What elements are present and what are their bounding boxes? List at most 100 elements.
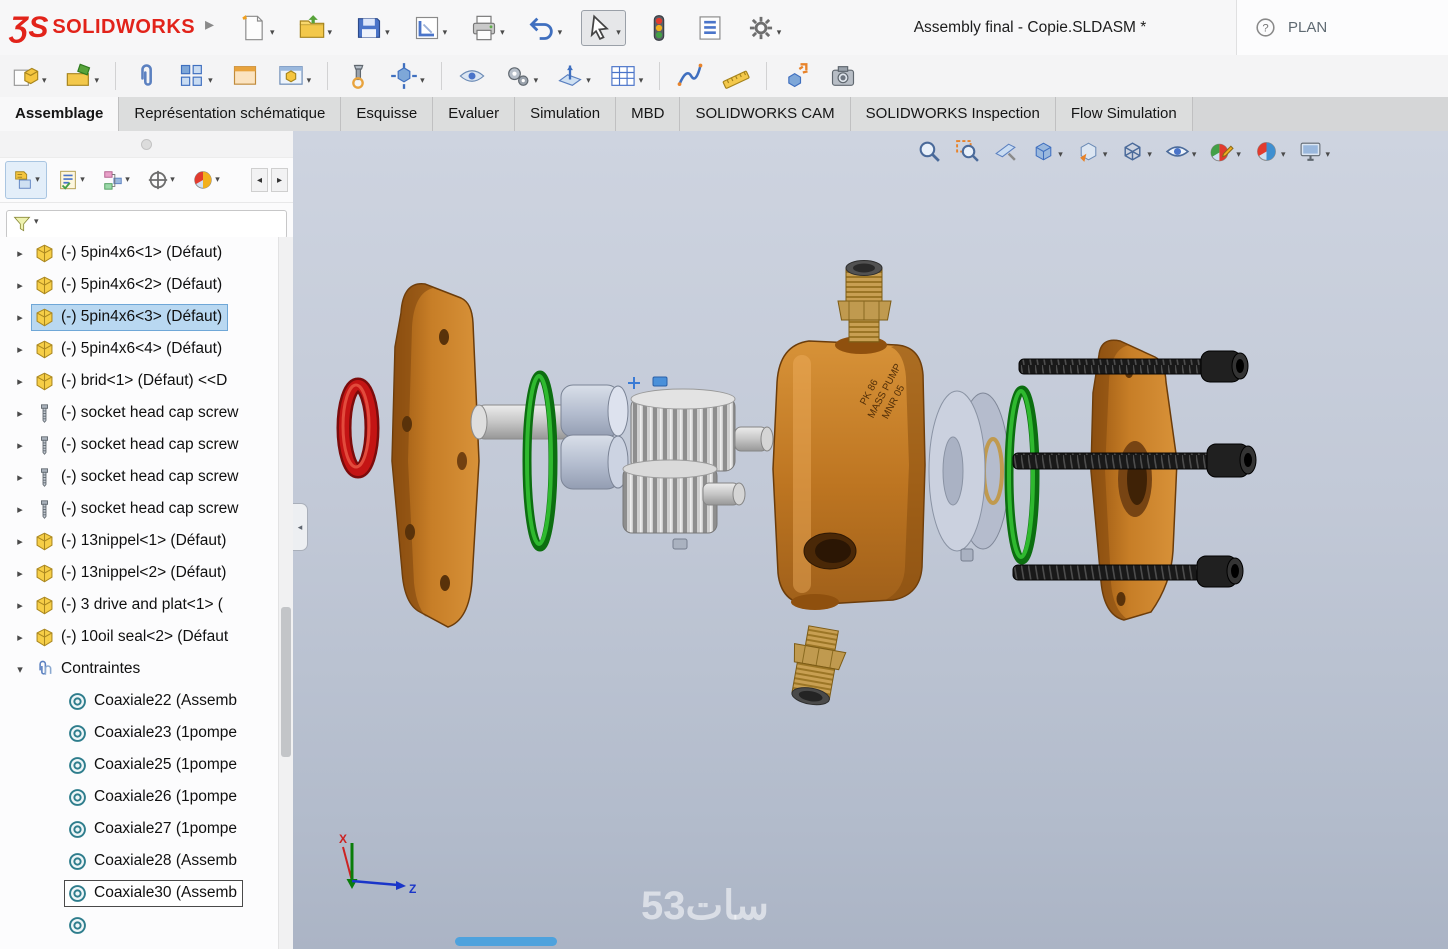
previous-view-button[interactable]: ▾	[1076, 139, 1108, 164]
left-flange[interactable]	[391, 283, 480, 628]
dropdown-caret-icon[interactable]: ▾	[534, 76, 539, 90]
panel-tab-featuremanager[interactable]: ▾	[5, 161, 47, 199]
zoom-to-area-button[interactable]	[955, 139, 980, 164]
tree-item-13nippel-2-d-faut[interactable]: ▸ (-) 13nippel<2> (Défaut)	[0, 557, 279, 589]
collapse-arrow-icon[interactable]: ▾	[13, 663, 27, 676]
dropdown-caret-icon[interactable]: ▾	[208, 76, 213, 90]
component-preview-window-button[interactable]: ▾	[273, 59, 316, 93]
tree-scrollbar[interactable]	[278, 237, 293, 949]
dropdown-caret-icon[interactable]: ▾	[1325, 150, 1330, 164]
tree-item-socket-head-cap-screw[interactable]: ▸ (-) socket head cap screw	[0, 461, 279, 493]
tree-item-5pin4x6-4-d-faut[interactable]: ▸ (-) 5pin4x6<4> (Défaut)	[0, 333, 279, 365]
nipple-fitting-bottom[interactable]	[785, 624, 850, 709]
tree-item-socket-head-cap-screw[interactable]: ▸ (-) socket head cap screw	[0, 429, 279, 461]
rebuild-button[interactable]	[641, 11, 677, 45]
assembly-features-button[interactable]: ▾	[500, 59, 543, 93]
dropdown-caret-icon[interactable]: ▾	[558, 27, 563, 42]
oil-seal-red[interactable]	[336, 377, 380, 479]
panel-collapse-tab[interactable]: ◂	[293, 503, 308, 551]
section-view-button[interactable]	[993, 139, 1018, 164]
tree-item-13nippel-1-d-faut[interactable]: ▸ (-) 13nippel<1> (Défaut)	[0, 525, 279, 557]
dropdown-caret-icon[interactable]: ▾	[777, 27, 782, 42]
dropdown-caret-icon[interactable]: ▾	[80, 174, 85, 186]
tree-item-coaxiale27-1pompe[interactable]: Coaxiale27 (1pompe	[0, 813, 279, 845]
expand-arrow-icon[interactable]: ▸	[13, 535, 27, 548]
tree-item-5pin4x6-3-d-faut[interactable]: ▸ (-) 5pin4x6<3> (Défaut)	[0, 301, 279, 333]
wear-plates[interactable]	[928, 390, 1010, 562]
linear-component-pattern-button[interactable]: ▾	[174, 59, 217, 93]
tab-assemblage[interactable]: Assemblage	[0, 97, 120, 131]
smart-fasteners-button[interactable]	[340, 59, 376, 93]
tree-item-contraintes[interactable]: ▾ Contraintes	[0, 653, 279, 685]
measure-button[interactable]	[718, 59, 754, 93]
expand-arrow-icon[interactable]: ▸	[13, 311, 27, 324]
expand-arrow-icon[interactable]: ▸	[13, 599, 27, 612]
exploded-view-button[interactable]	[779, 59, 815, 93]
search-input[interactable]	[1286, 18, 1410, 37]
make-drawing-button[interactable]: ▾	[409, 11, 452, 45]
tab-solidworks-cam[interactable]: SOLIDWORKS CAM	[680, 97, 851, 131]
o-ring-front[interactable]	[522, 370, 558, 552]
bearing-blocks[interactable]	[560, 384, 629, 490]
logo-expander-icon[interactable]: ▸	[205, 14, 214, 35]
dropdown-caret-icon[interactable]: ▾	[1103, 150, 1108, 164]
select-button[interactable]: ▾	[581, 9, 626, 46]
dropdown-caret-icon[interactable]: ▾	[385, 27, 390, 42]
show-hidden-components-button[interactable]	[454, 59, 490, 93]
panel-tab-dimxpertmanager[interactable]: ▾	[140, 161, 182, 199]
tree-item-coaxiale23-1pompe[interactable]: Coaxiale23 (1pompe	[0, 717, 279, 749]
graphics-viewport[interactable]: PK 86 MASS PUMP MNR 05 X Z ▾ ▾ ▾ ▾ ▾ ▾ ▾…	[293, 131, 1448, 949]
panel-tabs-scroll-right[interactable]: ▸	[271, 168, 288, 192]
tree-item-coaxiale30-assemb[interactable]: Coaxiale30 (Assemb	[0, 877, 279, 909]
expand-arrow-icon[interactable]: ▸	[13, 503, 27, 516]
tree-item-partial[interactable]	[0, 909, 279, 941]
expand-arrow-icon[interactable]: ▸	[13, 567, 27, 580]
dropdown-caret-icon[interactable]: ▾	[1281, 150, 1286, 164]
filter-dropdown-caret[interactable]: ▾	[34, 217, 39, 231]
options-button[interactable]: ▾	[743, 11, 786, 45]
dropdown-caret-icon[interactable]: ▾	[420, 76, 425, 90]
tree-item-3-drive-and-plat-1[interactable]: ▸ (-) 3 drive and plat<1> (	[0, 589, 279, 621]
dropdown-caret-icon[interactable]: ▾	[270, 27, 275, 42]
help-icon[interactable]: ?	[1255, 17, 1276, 38]
dropdown-caret-icon[interactable]: ▾	[616, 27, 621, 42]
gear-pair[interactable]	[622, 388, 774, 550]
tree-item-socket-head-cap-screw[interactable]: ▸ (-) socket head cap screw	[0, 397, 279, 429]
o-ring-rear[interactable]	[1004, 385, 1040, 565]
panel-splitter[interactable]	[0, 131, 293, 158]
print-button[interactable]: ▾	[466, 11, 509, 45]
view-orientation-button[interactable]: ▾	[1031, 139, 1063, 164]
move-component-button[interactable]: ▾	[386, 59, 429, 93]
tree-item-5pin4x6-2-d-faut[interactable]: ▸ (-) 5pin4x6<2> (Défaut)	[0, 269, 279, 301]
dropdown-caret-icon[interactable]: ▾	[1058, 150, 1063, 164]
bill-of-materials-button[interactable]: ▾	[605, 59, 648, 93]
dropdown-caret-icon[interactable]: ▾	[95, 76, 100, 90]
panel-tab-configurationmanager[interactable]: ▾	[95, 161, 137, 199]
dropdown-caret-icon[interactable]: ▾	[328, 27, 333, 42]
expand-arrow-icon[interactable]: ▸	[13, 279, 27, 292]
tree-item-coaxiale26-1pompe[interactable]: Coaxiale26 (1pompe	[0, 781, 279, 813]
dropdown-caret-icon[interactable]: ▾	[1236, 150, 1241, 164]
dropdown-caret-icon[interactable]: ▾	[170, 174, 175, 186]
dropdown-caret-icon[interactable]: ▾	[35, 174, 40, 186]
snapshot-button[interactable]	[825, 59, 861, 93]
tab-esquisse[interactable]: Esquisse	[341, 97, 434, 131]
expand-arrow-icon[interactable]: ▸	[13, 375, 27, 388]
apply-scene-button[interactable]: ▾	[1254, 139, 1286, 164]
filter-funnel-icon[interactable]	[12, 214, 32, 234]
dropdown-caret-icon[interactable]: ▾	[42, 76, 47, 90]
panel-tab-propertymanager[interactable]: ▾	[50, 161, 92, 199]
task-pane-button[interactable]	[692, 11, 728, 45]
dropdown-caret-icon[interactable]: ▾	[500, 27, 505, 42]
dropdown-caret-icon[interactable]: ▾	[215, 174, 220, 186]
preview-window-button[interactable]	[227, 59, 263, 93]
tab-flow-simulation[interactable]: Flow Simulation	[1055, 97, 1193, 131]
tree-item-coaxiale28-assemb[interactable]: Coaxiale28 (Assemb	[0, 845, 279, 877]
reference-geometry-button[interactable]: ▾	[552, 59, 595, 93]
open-button[interactable]: ▾	[294, 11, 337, 45]
panel-tab-displaymanager[interactable]: ▾	[185, 161, 227, 199]
panel-tabs-scroll-left[interactable]: ◂	[251, 168, 268, 192]
save-button[interactable]: ▾	[351, 11, 394, 45]
dropdown-caret-icon[interactable]: ▾	[639, 76, 644, 90]
insert-components-button[interactable]: ▾	[8, 59, 51, 93]
